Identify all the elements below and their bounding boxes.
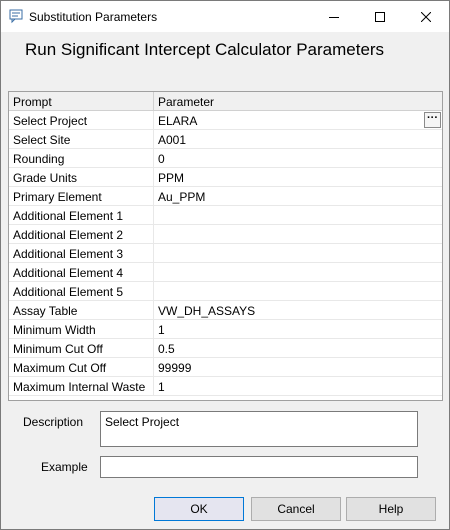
prompt-cell: Primary Element (13, 190, 102, 204)
substitution-parameters-dialog: Substitution Parameters Run Significant … (0, 0, 450, 530)
prompt-cell: Select Site (13, 133, 71, 147)
parameter-cell[interactable]: VW_DH_ASSAYS (158, 304, 255, 318)
grid-rows: Select Project ELARA ··· Select Site A001 Rou… (9, 111, 442, 396)
ok-button[interactable]: OK (154, 497, 244, 521)
parameter-cell[interactable]: PPM (158, 171, 184, 185)
parameter-cell[interactable]: 0 (158, 152, 165, 166)
cell-divider (153, 244, 154, 263)
cell-divider (153, 358, 154, 377)
maximize-icon (375, 11, 385, 22)
cell-divider (153, 377, 154, 396)
prompt-cell: Additional Element 3 (13, 247, 124, 261)
close-button[interactable] (403, 1, 449, 32)
prompt-cell: Maximum Internal Waste (13, 380, 146, 394)
prompt-cell: Additional Element 1 (13, 209, 124, 223)
parameter-cell[interactable]: 1 (158, 323, 165, 337)
column-header-prompt[interactable]: Prompt (13, 95, 52, 109)
prompt-cell: Minimum Width (13, 323, 96, 337)
prompt-cell: Additional Element 5 (13, 285, 124, 299)
prompt-cell: Rounding (13, 152, 65, 166)
prompt-cell: Additional Element 2 (13, 228, 124, 242)
title-bar: Substitution Parameters (1, 1, 449, 32)
close-icon (421, 11, 431, 22)
dialog-app-icon (9, 9, 25, 24)
table-row[interactable]: Additional Element 2 (9, 225, 442, 244)
table-row[interactable]: Primary Element Au_PPM (9, 187, 442, 206)
cell-divider (153, 206, 154, 225)
cell-divider (153, 301, 154, 320)
description-field[interactable]: Select Project (100, 411, 418, 447)
cell-divider (153, 225, 154, 244)
cell-divider (153, 168, 154, 187)
table-row[interactable]: Additional Element 3 (9, 244, 442, 263)
cell-divider (153, 320, 154, 339)
table-row[interactable]: Additional Element 5 (9, 282, 442, 301)
table-row[interactable]: Select Project ELARA ··· (9, 111, 442, 130)
table-row[interactable]: Minimum Cut Off 0.5 (9, 339, 442, 358)
table-row[interactable]: Grade Units PPM (9, 168, 442, 187)
dialog-heading: Run Significant Intercept Calculator Par… (25, 40, 385, 59)
cell-divider (153, 149, 154, 168)
cell-divider (153, 130, 154, 149)
column-divider[interactable] (153, 92, 154, 111)
cell-divider (153, 263, 154, 282)
cell-divider (153, 282, 154, 301)
table-row[interactable]: Maximum Internal Waste 1 (9, 377, 442, 396)
cancel-button[interactable]: Cancel (251, 497, 341, 521)
table-row[interactable]: Rounding 0 (9, 149, 442, 168)
cell-divider (153, 339, 154, 358)
table-row[interactable]: Additional Element 1 (9, 206, 442, 225)
example-label: Example (41, 460, 88, 474)
table-row[interactable]: Maximum Cut Off 99999 (9, 358, 442, 377)
parameter-cell[interactable]: 99999 (158, 361, 191, 375)
prompt-cell: Additional Element 4 (13, 266, 124, 280)
browse-ellipsis-button[interactable]: ··· (424, 112, 441, 128)
table-row[interactable]: Additional Element 4 (9, 263, 442, 282)
column-header-parameter[interactable]: Parameter (158, 95, 214, 109)
grid-header: Prompt Parameter (9, 92, 442, 111)
prompt-cell: Select Project (13, 114, 88, 128)
minimize-icon (329, 16, 339, 18)
parameter-cell[interactable]: Au_PPM (158, 190, 205, 204)
prompt-cell: Maximum Cut Off (13, 361, 107, 375)
example-field[interactable] (100, 456, 418, 478)
table-row[interactable]: Select Site A001 (9, 130, 442, 149)
help-button[interactable]: Help (346, 497, 436, 521)
cell-divider (153, 111, 154, 130)
parameter-cell[interactable]: 0.5 (158, 342, 175, 356)
parameter-cell[interactable]: A001 (158, 133, 186, 147)
parameter-cell[interactable]: 1 (158, 380, 165, 394)
table-row[interactable]: Assay Table VW_DH_ASSAYS (9, 301, 442, 320)
parameters-grid: Prompt Parameter Select Project ELARA ··· S… (8, 91, 443, 401)
cell-divider (153, 187, 154, 206)
table-row[interactable]: Minimum Width 1 (9, 320, 442, 339)
maximize-button[interactable] (357, 1, 403, 32)
minimize-button[interactable] (311, 1, 357, 32)
prompt-cell: Grade Units (13, 171, 78, 185)
window-title: Substitution Parameters (29, 10, 158, 24)
description-label: Description (23, 415, 84, 429)
prompt-cell: Assay Table (13, 304, 78, 318)
parameter-cell[interactable]: ELARA (158, 114, 197, 128)
prompt-cell: Minimum Cut Off (13, 342, 103, 356)
